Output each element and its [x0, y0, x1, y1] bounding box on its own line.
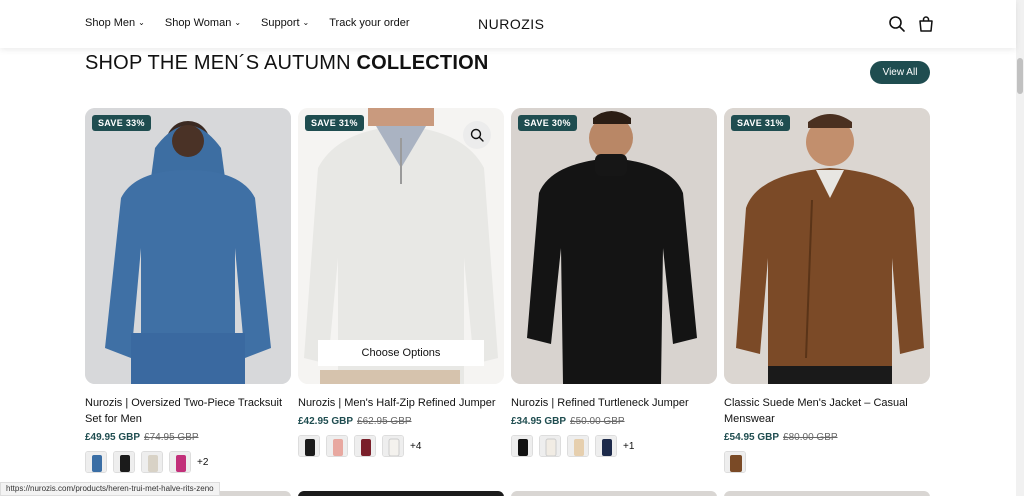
nav-label: Track your order	[329, 17, 410, 29]
color-swatch[interactable]	[567, 435, 589, 457]
color-swatch[interactable]	[113, 451, 135, 473]
color-swatch[interactable]	[539, 435, 561, 457]
nav-track-order[interactable]: Track your order	[329, 17, 409, 29]
product-title[interactable]: Nurozis | Oversized Two-Piece Tracksuit …	[85, 395, 291, 427]
nav-label: Shop Men	[85, 17, 136, 29]
sale-price: £42.95 GBP	[298, 416, 354, 427]
product-card[interactable]: SAVE 33% Nurozis | Oversized Two-Piece T…	[85, 108, 291, 473]
save-badge: SAVE 31%	[731, 115, 790, 131]
search-icon[interactable]	[888, 15, 906, 33]
color-swatch[interactable]	[141, 451, 163, 473]
color-swatch[interactable]	[169, 451, 191, 473]
product-title[interactable]: Nurozis | Refined Turtleneck Jumper	[511, 395, 717, 411]
page: Shop Men ⌄ Shop Woman ⌄ Support ⌄ Track …	[0, 0, 1024, 496]
view-all-button[interactable]: View All	[870, 61, 930, 84]
section-title: SHOP THE MEN´S AUTUMN COLLECTION	[85, 52, 488, 75]
color-swatches: +2	[85, 451, 291, 473]
site-logo[interactable]: NUROZIS	[478, 16, 545, 32]
nav-label: Support	[261, 17, 300, 29]
nav-support[interactable]: Support ⌄	[261, 17, 309, 29]
choose-options-button[interactable]: Choose Options	[318, 340, 484, 366]
link-preview-url: https://nurozis.com/products/heren-trui-…	[0, 482, 220, 496]
page-scrollbar[interactable]	[1016, 0, 1024, 496]
nav-label: Shop Woman	[164, 17, 232, 29]
save-badge: SAVE 30%	[518, 115, 577, 131]
product-price: £54.95 GBP £80.00 GBP	[724, 432, 930, 443]
nav-shop-men[interactable]: Shop Men ⌄	[85, 17, 145, 29]
color-swatches	[724, 451, 930, 473]
more-colors-count[interactable]: +4	[410, 441, 421, 452]
save-badge: SAVE 33%	[92, 115, 151, 131]
color-swatch[interactable]	[354, 435, 376, 457]
site-header: Shop Men ⌄ Shop Woman ⌄ Support ⌄ Track …	[0, 0, 1016, 48]
sale-price: £34.95 GBP	[511, 416, 567, 427]
compare-price: £62.95 GBP	[357, 416, 412, 427]
color-swatch[interactable]	[326, 435, 348, 457]
product-price: £42.95 GBP £62.95 GBP	[298, 416, 504, 427]
compare-price: £50.00 GBP	[570, 416, 625, 427]
section-title-light: SHOP THE MEN´S AUTUMN	[85, 52, 357, 74]
product-photo	[724, 108, 930, 384]
next-row-card	[298, 491, 504, 496]
next-row-card	[724, 491, 930, 496]
color-swatch[interactable]	[85, 451, 107, 473]
color-swatch[interactable]	[511, 435, 533, 457]
compare-price: £74.95 GBP	[144, 432, 199, 443]
product-photo	[511, 108, 717, 384]
product-title[interactable]: Classic Suede Men's Jacket – Casual Mens…	[724, 395, 930, 427]
sale-price: £54.95 GBP	[724, 432, 780, 443]
product-image[interactable]: SAVE 33%	[85, 108, 291, 384]
chevron-down-icon: ⌄	[234, 17, 242, 27]
more-colors-count[interactable]: +1	[623, 441, 634, 452]
color-swatch[interactable]	[382, 435, 404, 457]
scrollbar-thumb[interactable]	[1017, 58, 1023, 94]
chevron-down-icon: ⌄	[302, 17, 310, 27]
compare-price: £80.00 GBP	[783, 432, 838, 443]
color-swatch[interactable]	[595, 435, 617, 457]
product-image[interactable]: SAVE 31%	[724, 108, 930, 384]
product-card[interactable]: SAVE 30% Nurozis | Refined Turtleneck Ju…	[511, 108, 717, 457]
product-price: £34.95 GBP £50.00 GBP	[511, 416, 717, 427]
cart-icon[interactable]	[917, 15, 935, 33]
chevron-down-icon: ⌄	[138, 17, 145, 27]
section-title-bold: COLLECTION	[356, 52, 489, 74]
color-swatch[interactable]	[724, 451, 746, 473]
nav-shop-woman[interactable]: Shop Woman ⌄	[165, 17, 241, 29]
color-swatch[interactable]	[298, 435, 320, 457]
save-badge: SAVE 31%	[305, 115, 364, 131]
product-card[interactable]: SAVE 31% Classic Suede Men's Jacket – Ca…	[724, 108, 930, 473]
main-nav: Shop Men ⌄ Shop Woman ⌄ Support ⌄ Track …	[85, 17, 430, 29]
product-card[interactable]: SAVE 31% Choose Options Nurozis | Men's …	[298, 108, 504, 457]
product-image[interactable]: SAVE 30%	[511, 108, 717, 384]
color-swatches: +1	[511, 435, 717, 457]
product-price: £49.95 GBP £74.95 GBP	[85, 432, 291, 443]
sale-price: £49.95 GBP	[85, 432, 141, 443]
zoom-icon	[470, 128, 484, 142]
product-title[interactable]: Nurozis | Men's Half-Zip Refined Jumper	[298, 395, 504, 411]
product-image[interactable]: SAVE 31% Choose Options	[298, 108, 504, 384]
quick-view-button[interactable]	[463, 121, 491, 149]
color-swatches: +4	[298, 435, 504, 457]
product-photo	[85, 108, 291, 384]
more-colors-count[interactable]: +2	[197, 457, 208, 468]
next-row-card	[511, 491, 717, 496]
